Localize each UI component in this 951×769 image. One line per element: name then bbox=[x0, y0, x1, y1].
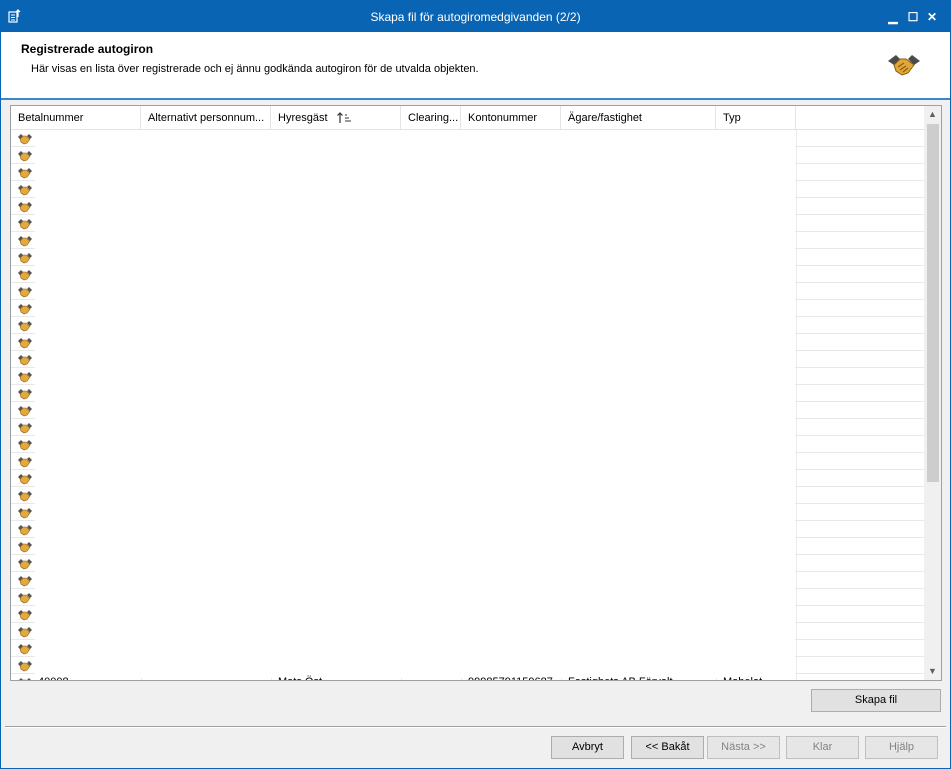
vertical-scrollbar[interactable]: ▲ ▼ bbox=[924, 106, 941, 680]
column-header-betalnummer[interactable]: Betalnummer bbox=[11, 106, 141, 130]
column-header-typ[interactable]: Typ bbox=[716, 106, 796, 130]
handshake-icon bbox=[17, 268, 33, 281]
column-header-kontonummer[interactable]: Kontonummer bbox=[461, 106, 561, 130]
page-description: Här visas en lista över registrerade och… bbox=[31, 63, 479, 75]
handshake-icon bbox=[17, 370, 33, 383]
handshake-icon bbox=[17, 132, 33, 145]
next-button[interactable]: Nästa >> bbox=[707, 736, 780, 759]
cell-typ: Mobelat bbox=[716, 674, 796, 680]
handshake-icon bbox=[17, 285, 33, 298]
minimize-button[interactable]: ▁ bbox=[883, 7, 903, 27]
table-body: 40008 Mats Öst 99985791159687Fastighets AB… bbox=[11, 130, 924, 680]
column-header-agare-fastighet[interactable]: Ägare/fastighet bbox=[561, 106, 716, 130]
handshake-icon bbox=[17, 217, 33, 230]
handshake-icon bbox=[17, 149, 33, 162]
page-title: Registrerade autogiron bbox=[21, 42, 154, 56]
cell-kontonummer: 99985791159687 bbox=[461, 674, 561, 680]
done-button[interactable]: Klar bbox=[786, 736, 859, 759]
handshake-icon bbox=[17, 591, 33, 604]
handshake-icon bbox=[17, 438, 33, 451]
column-header-hyresgast[interactable]: Hyresgäst bbox=[271, 106, 401, 130]
handshake-icon bbox=[17, 387, 33, 400]
handshake-icon bbox=[17, 166, 33, 179]
table-row[interactable]: 40008 Mats Öst 99985791159687Fastighets AB… bbox=[11, 674, 924, 680]
blank-area bbox=[35, 130, 795, 678]
handshake-icon bbox=[17, 234, 33, 247]
title-bar[interactable]: Skapa fil för autogiromedgivanden (2/2) … bbox=[1, 1, 950, 32]
maximize-button[interactable]: ☐ bbox=[903, 7, 923, 27]
close-button[interactable]: ✕ bbox=[922, 7, 942, 27]
cancel-button[interactable]: Avbryt bbox=[551, 736, 624, 759]
handshake-icon bbox=[17, 455, 33, 468]
autogiro-table[interactable]: Betalnummer Alternativt personnum... Hyr… bbox=[10, 105, 942, 681]
handshake-icon bbox=[17, 523, 33, 536]
wizard-header: Registrerade autogiron Här visas en list… bbox=[1, 32, 950, 100]
handshake-icon bbox=[17, 557, 33, 570]
handshake-icon bbox=[17, 489, 33, 502]
handshake-icon bbox=[17, 472, 33, 485]
footer-separator bbox=[5, 726, 946, 728]
cell-hyresgast: Mats Öst bbox=[271, 674, 401, 680]
help-button[interactable]: Hjälp bbox=[865, 736, 938, 759]
column-header-alt-personnummer[interactable]: Alternativt personnum... bbox=[141, 106, 271, 130]
handshake-icon bbox=[17, 574, 33, 587]
table-header: Betalnummer Alternativt personnum... Hyr… bbox=[11, 106, 924, 130]
cell-agare: Fastighets AB Förvalt bbox=[561, 674, 716, 680]
column-header-clearing[interactable]: Clearing... bbox=[401, 106, 461, 130]
handshake-icon bbox=[17, 200, 33, 213]
sort-ascending-icon bbox=[337, 112, 351, 123]
handshake-icon bbox=[17, 625, 33, 638]
column-header-hyresgast-label: Hyresgäst bbox=[278, 112, 328, 124]
handshake-icon bbox=[888, 55, 920, 76]
handshake-icon bbox=[17, 506, 33, 519]
back-button[interactable]: << Bakåt bbox=[631, 736, 704, 759]
handshake-icon bbox=[17, 540, 33, 553]
scrollbar-thumb[interactable] bbox=[927, 124, 939, 482]
create-file-button[interactable]: Skapa fil bbox=[811, 689, 941, 712]
scroll-up-icon[interactable]: ▲ bbox=[924, 106, 941, 123]
handshake-icon bbox=[17, 353, 33, 366]
handshake-icon bbox=[17, 251, 33, 264]
window-title: Skapa fil för autogiromedgivanden (2/2) bbox=[370, 10, 581, 24]
handshake-icon bbox=[17, 659, 33, 672]
handshake-icon bbox=[17, 421, 33, 434]
handshake-icon bbox=[17, 336, 33, 349]
wizard-window: Skapa fil för autogiromedgivanden (2/2) … bbox=[0, 0, 951, 769]
handshake-icon bbox=[17, 319, 33, 332]
handshake-icon bbox=[17, 642, 33, 655]
handshake-icon bbox=[17, 608, 33, 621]
handshake-icon bbox=[17, 404, 33, 417]
cell-betalnummer: 40008 bbox=[31, 674, 141, 680]
handshake-icon bbox=[17, 302, 33, 315]
handshake-icon bbox=[17, 183, 33, 196]
scroll-down-icon[interactable]: ▼ bbox=[924, 663, 941, 680]
